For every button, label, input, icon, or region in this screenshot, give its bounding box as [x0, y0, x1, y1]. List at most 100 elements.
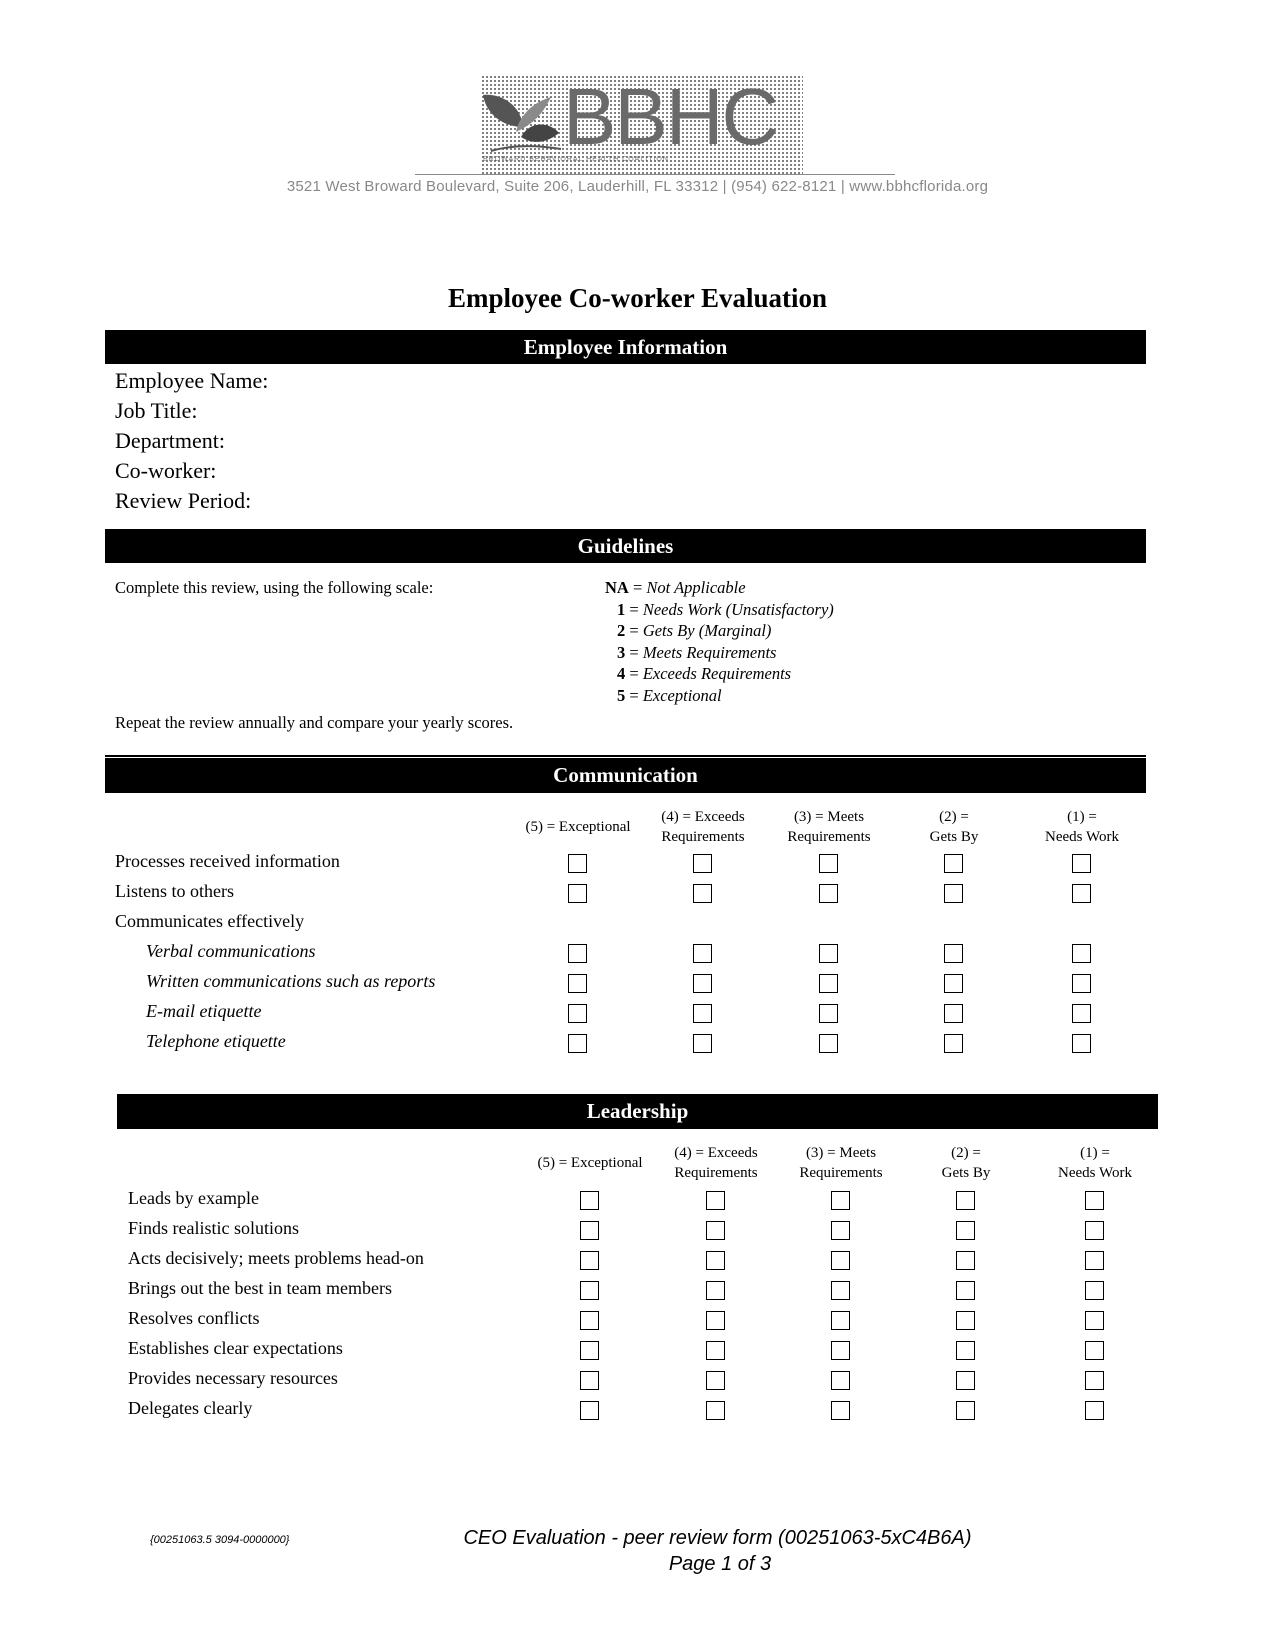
rating-checkbox[interactable] [956, 1251, 975, 1270]
rating-checkbox[interactable] [568, 1034, 587, 1053]
rating-checkbox[interactable] [1085, 1251, 1104, 1270]
rating-checkbox[interactable] [580, 1311, 599, 1330]
field-value-input[interactable] [300, 398, 1140, 426]
rating-checkbox[interactable] [956, 1401, 975, 1420]
rating-checkbox[interactable] [580, 1401, 599, 1420]
field-label: Department: [115, 428, 225, 453]
rating-checkbox[interactable] [580, 1341, 599, 1360]
scale-equals: = [625, 642, 643, 662]
rating-checkbox[interactable] [831, 1281, 850, 1300]
rating-checkbox[interactable] [819, 1004, 838, 1023]
rating-checkbox[interactable] [1072, 854, 1091, 873]
column-header-line: (1) = [1067, 809, 1097, 825]
field-label: Review Period: [115, 488, 252, 513]
rating-checkbox[interactable] [706, 1251, 725, 1270]
rating-checkbox[interactable] [706, 1281, 725, 1300]
scale-entry: 3 = Meets Requirements [617, 643, 776, 663]
field-value-input[interactable] [300, 488, 1140, 516]
rating-checkbox[interactable] [693, 884, 712, 903]
header-divider [415, 174, 895, 175]
rating-checkbox[interactable] [956, 1341, 975, 1360]
rating-column-header: (3) = Meets Requirements [764, 807, 894, 847]
field-value-input[interactable] [300, 368, 1140, 396]
rating-column-header: (4) = Exceeds Requirements [638, 807, 768, 847]
rating-checkbox[interactable] [580, 1221, 599, 1240]
rating-checkbox[interactable] [568, 1004, 587, 1023]
rating-checkbox[interactable] [1085, 1281, 1104, 1300]
rating-checkbox[interactable] [693, 974, 712, 993]
rating-checkbox[interactable] [819, 1034, 838, 1053]
rating-checkbox[interactable] [956, 1311, 975, 1330]
rating-checkbox[interactable] [568, 974, 587, 993]
rating-checkbox[interactable] [1085, 1341, 1104, 1360]
rating-checkbox[interactable] [819, 974, 838, 993]
rating-checkbox[interactable] [944, 884, 963, 903]
rating-checkbox[interactable] [831, 1221, 850, 1240]
scale-meaning: Gets By (Marginal) [642, 621, 772, 641]
rating-checkbox[interactable] [831, 1401, 850, 1420]
rating-checkbox[interactable] [706, 1341, 725, 1360]
rating-checkbox[interactable] [944, 944, 963, 963]
rating-checkbox[interactable] [580, 1281, 599, 1300]
rating-checkbox[interactable] [944, 1004, 963, 1023]
rating-checkbox[interactable] [568, 884, 587, 903]
field-value-input[interactable] [300, 428, 1140, 456]
column-header-line: Needs Work [1045, 829, 1119, 845]
rating-checkbox[interactable] [956, 1371, 975, 1390]
field-value-input[interactable] [300, 458, 1140, 486]
page-title: Employee Co-worker Evaluation [448, 283, 827, 313]
scale-meaning: Exceeds Requirements [642, 664, 792, 684]
rating-checkbox[interactable] [956, 1281, 975, 1300]
rating-checkbox[interactable] [1085, 1221, 1104, 1240]
rating-checkbox[interactable] [944, 1034, 963, 1053]
rating-checkbox[interactable] [693, 854, 712, 873]
rating-checkbox[interactable] [1085, 1311, 1104, 1330]
rating-checkbox[interactable] [1085, 1401, 1104, 1420]
rating-checkbox[interactable] [831, 1191, 850, 1210]
rating-checkbox[interactable] [706, 1191, 725, 1210]
rating-checkbox[interactable] [693, 1034, 712, 1053]
rating-checkbox[interactable] [831, 1311, 850, 1330]
rating-checkbox[interactable] [819, 884, 838, 903]
rating-checkbox[interactable] [956, 1221, 975, 1240]
rating-checkbox[interactable] [1072, 884, 1091, 903]
guidelines-header: Guidelines [105, 529, 1146, 563]
rating-checkbox[interactable] [1072, 1034, 1091, 1053]
rating-checkbox[interactable] [831, 1341, 850, 1360]
scale-key: 5 [617, 686, 626, 705]
rating-checkbox[interactable] [706, 1221, 725, 1240]
rating-checkbox[interactable] [706, 1371, 725, 1390]
rating-checkbox[interactable] [1085, 1191, 1104, 1210]
rating-checkbox[interactable] [693, 944, 712, 963]
column-header-line: (4) = Exceeds [661, 809, 745, 825]
rating-checkbox[interactable] [819, 854, 838, 873]
rating-checkbox[interactable] [580, 1191, 599, 1210]
column-header-line: Gets By [941, 1165, 991, 1181]
rating-checkbox[interactable] [1072, 944, 1091, 963]
column-header-line: (1) = [1080, 1145, 1110, 1161]
criterion-label: Leads by example [128, 1188, 259, 1208]
rating-checkbox[interactable] [944, 974, 963, 993]
footer-page-number: Page 1 of 3 [668, 1553, 772, 1575]
logo-subtitle: BROWARD BEHAVIORAL HEALTH COALITION [483, 156, 669, 163]
rating-column-header: (1) = Needs Work [1017, 807, 1147, 847]
rating-checkbox[interactable] [819, 944, 838, 963]
rating-checkbox[interactable] [831, 1371, 850, 1390]
rating-checkbox[interactable] [568, 854, 587, 873]
rating-checkbox[interactable] [568, 944, 587, 963]
rating-checkbox[interactable] [956, 1191, 975, 1210]
rating-checkbox[interactable] [831, 1251, 850, 1270]
scale-meaning: Needs Work (Unsatisfactory) [642, 599, 834, 619]
rating-checkbox[interactable] [944, 854, 963, 873]
rating-checkbox[interactable] [693, 1004, 712, 1023]
rating-checkbox[interactable] [706, 1311, 725, 1330]
rating-checkbox[interactable] [1072, 974, 1091, 993]
rating-checkbox[interactable] [1072, 1004, 1091, 1023]
rating-checkbox[interactable] [580, 1251, 599, 1270]
scale-equals: = [625, 621, 643, 641]
rating-checkbox[interactable] [706, 1401, 725, 1420]
footer-document-title: CEO Evaluation - peer review form (00251… [463, 1527, 972, 1549]
rating-checkbox[interactable] [580, 1371, 599, 1390]
criterion-label: Finds realistic solutions [128, 1218, 299, 1238]
rating-checkbox[interactable] [1085, 1371, 1104, 1390]
